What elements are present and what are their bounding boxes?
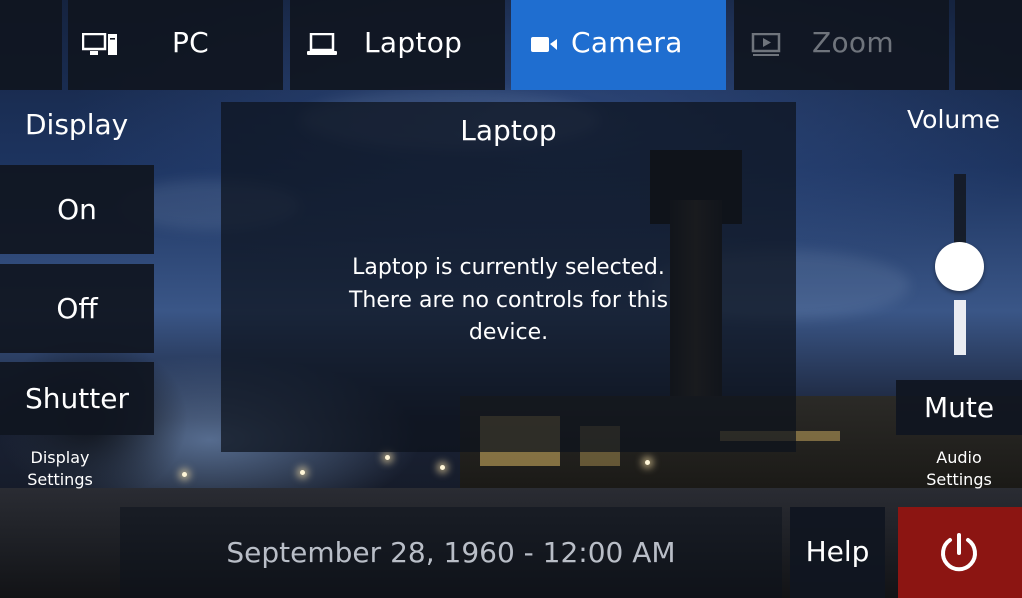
volume-track-filled[interactable]	[954, 300, 966, 355]
source-tab-zoom[interactable]: Zoom	[734, 0, 949, 90]
volume-title: Volume	[907, 105, 1000, 134]
datetime-text: September 28, 1960 - 12:00 AM	[226, 536, 676, 569]
mute-button[interactable]: Mute	[896, 380, 1022, 435]
source-tab-label: Zoom	[812, 26, 894, 59]
source-control-panel: Laptop Laptop is currently selected. The…	[221, 102, 796, 452]
panel-message-line3: device.	[468, 320, 549, 345]
source-tab-pc[interactable]: PC	[68, 0, 283, 90]
volume-slider-handle[interactable]	[935, 242, 984, 291]
display-settings-label-line2: Settings	[27, 470, 93, 489]
display-off-button[interactable]: Off	[0, 264, 154, 353]
power-button[interactable]	[898, 507, 1022, 598]
display-settings-label-line1: Display	[30, 448, 90, 467]
source-bar-spacer	[0, 0, 62, 90]
panel-message-line2: There are no controls for this	[348, 287, 669, 313]
display-shutter-button[interactable]: Shutter	[0, 362, 154, 435]
help-label: Help	[805, 535, 870, 568]
datetime-display: September 28, 1960 - 12:00 AM	[120, 507, 782, 598]
audio-settings-label-line1: Audio	[936, 448, 982, 467]
display-settings-button[interactable]: Display Settings	[14, 447, 106, 491]
help-button[interactable]: Help	[790, 507, 885, 598]
video-camera-icon	[531, 37, 557, 52]
audio-settings-label-line2: Settings	[926, 470, 992, 489]
audio-settings-button[interactable]: Audio Settings	[912, 447, 1006, 491]
panel-title: Laptop	[460, 114, 557, 147]
source-tab-label: Laptop	[364, 26, 463, 59]
display-on-button[interactable]: On	[0, 165, 154, 254]
laptop-icon	[307, 33, 337, 55]
power-icon	[941, 533, 977, 572]
source-bar-spacer	[955, 0, 1022, 90]
panel-message-line1: Laptop is currently selected.	[352, 255, 665, 280]
source-tab-label: Camera	[571, 26, 683, 59]
presentation-screen-icon	[751, 33, 781, 56]
source-bar: PC Laptop Camera Zoom	[0, 0, 1022, 90]
source-tab-camera[interactable]: Camera	[511, 0, 726, 90]
panel-message: Laptop is currently selected. There are …	[321, 252, 696, 350]
source-tab-laptop[interactable]: Laptop	[290, 0, 505, 90]
source-tab-label: PC	[172, 26, 210, 59]
desktop-icon	[82, 33, 117, 55]
display-title: Display	[25, 108, 129, 141]
